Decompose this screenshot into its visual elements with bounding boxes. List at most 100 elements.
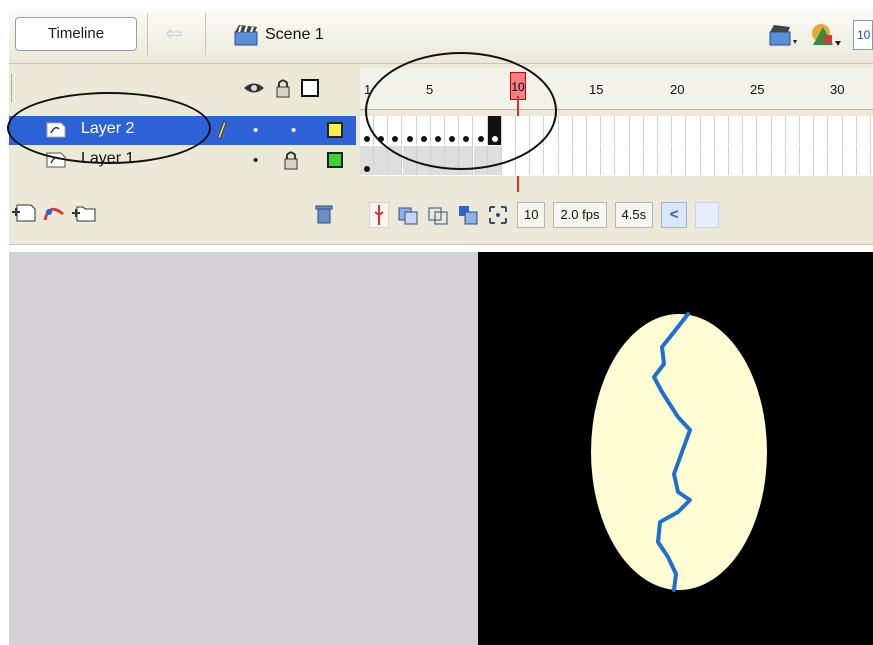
outline-color-swatch[interactable] xyxy=(327,152,343,168)
frame-cell[interactable] xyxy=(416,116,431,145)
frame-cell[interactable] xyxy=(388,116,403,145)
frame-cell[interactable] xyxy=(559,146,573,175)
frame-cell[interactable] xyxy=(388,146,403,175)
arrow-left-icon[interactable]: ⇦ xyxy=(159,23,189,45)
frame-cell[interactable] xyxy=(843,116,857,145)
add-motion-guide-icon[interactable] xyxy=(41,200,67,224)
frame-cell[interactable] xyxy=(530,146,545,175)
frame-cell[interactable] xyxy=(374,146,389,175)
outline-color-swatch[interactable] xyxy=(327,122,343,138)
frame-grid[interactable] xyxy=(360,116,873,176)
horizontal-scrollbar[interactable] xyxy=(695,202,720,228)
frame-row-layer-2[interactable] xyxy=(360,116,873,145)
frame-cell[interactable] xyxy=(545,146,559,175)
frame-cell[interactable] xyxy=(729,116,744,145)
layer-name[interactable]: Layer 1 xyxy=(81,150,134,168)
onion-skin-icon[interactable] xyxy=(397,204,419,226)
frame-cell[interactable] xyxy=(360,116,374,145)
frame-cell[interactable] xyxy=(672,146,687,175)
frame-cell[interactable] xyxy=(743,146,758,175)
frame-cell[interactable] xyxy=(687,146,701,175)
frame-cell[interactable] xyxy=(601,116,616,145)
layer-name[interactable]: Layer 2 xyxy=(81,120,134,138)
timeline-toggle-button[interactable]: Timeline xyxy=(15,17,137,51)
insert-folder-icon[interactable] xyxy=(71,200,97,224)
frame-cell[interactable] xyxy=(715,146,729,175)
frame-cell[interactable] xyxy=(672,116,687,145)
onion-skin-outlines-icon[interactable] xyxy=(427,204,449,226)
panel-grip[interactable] xyxy=(11,74,15,102)
frame-cell[interactable] xyxy=(416,146,431,175)
frame-cell[interactable] xyxy=(829,146,843,175)
frame-cell[interactable] xyxy=(431,146,445,175)
insert-layer-icon[interactable] xyxy=(11,200,37,224)
frame-cell[interactable] xyxy=(644,146,658,175)
frame-cell[interactable] xyxy=(800,146,815,175)
frame-cell[interactable] xyxy=(473,116,488,145)
frame-cell[interactable] xyxy=(616,146,630,175)
edit-multiple-frames-icon[interactable] xyxy=(457,204,479,226)
frame-cell[interactable] xyxy=(459,116,474,145)
frame-rate-field[interactable]: 2.0 fps xyxy=(553,202,607,228)
frame-cell[interactable] xyxy=(758,116,772,145)
frame-cell[interactable] xyxy=(701,116,715,145)
frame-cell[interactable] xyxy=(743,116,758,145)
frame-cell[interactable] xyxy=(402,146,417,175)
frame-cell[interactable] xyxy=(573,146,587,175)
edit-scene-icon[interactable] xyxy=(767,22,799,48)
center-frame-icon[interactable] xyxy=(369,202,389,228)
frame-cell[interactable] xyxy=(459,146,474,175)
frame-cell[interactable] xyxy=(786,146,800,175)
frame-cell[interactable] xyxy=(545,116,559,145)
frame-cell[interactable] xyxy=(814,116,829,145)
frame-cell[interactable] xyxy=(687,116,701,145)
frame-cell[interactable] xyxy=(516,146,531,175)
frame-cell[interactable] xyxy=(374,116,389,145)
modify-onion-markers-icon[interactable] xyxy=(487,204,509,226)
frame-row-layer-1[interactable] xyxy=(360,146,873,175)
frame-cell[interactable] xyxy=(487,146,502,175)
frame-cell[interactable] xyxy=(729,146,744,175)
frame-cell[interactable] xyxy=(487,116,502,145)
frame-cell[interactable] xyxy=(502,146,516,175)
stage[interactable] xyxy=(478,252,873,645)
outline-icon[interactable] xyxy=(301,79,319,97)
frame-cell[interactable] xyxy=(715,116,729,145)
egg-shape[interactable] xyxy=(591,314,767,590)
frame-cell[interactable] xyxy=(502,116,516,145)
visibility-dot[interactable]: • xyxy=(253,152,258,169)
frame-cell[interactable] xyxy=(530,116,545,145)
lock-dot[interactable]: • xyxy=(291,122,296,139)
frame-cell[interactable] xyxy=(630,146,644,175)
frame-cell[interactable] xyxy=(616,116,630,145)
frame-cell[interactable] xyxy=(587,116,602,145)
frame-cell[interactable] xyxy=(360,146,374,175)
panel-divider[interactable] xyxy=(9,244,873,252)
frame-ruler[interactable]: 1 5 15 20 25 30 10 xyxy=(360,68,873,110)
visibility-dot[interactable]: • xyxy=(253,122,258,139)
frame-cell[interactable] xyxy=(587,146,602,175)
frame-cell[interactable] xyxy=(800,116,815,145)
frame-cell[interactable] xyxy=(658,116,673,145)
frame-cell[interactable] xyxy=(516,116,531,145)
eye-icon[interactable] xyxy=(243,80,265,96)
frame-cell[interactable] xyxy=(758,146,772,175)
frame-cell[interactable] xyxy=(772,146,786,175)
frame-cell[interactable] xyxy=(573,116,587,145)
frame-cell[interactable] xyxy=(772,116,786,145)
frame-cell[interactable] xyxy=(701,146,715,175)
lock-icon[interactable] xyxy=(283,150,299,170)
zoom-field[interactable]: 10 xyxy=(853,20,873,50)
frame-cell[interactable] xyxy=(445,116,460,145)
frame-cell[interactable] xyxy=(601,146,616,175)
layer-row-layer-2[interactable]: Layer 2 • • xyxy=(9,116,356,145)
lock-icon[interactable] xyxy=(275,78,291,98)
frame-cell[interactable] xyxy=(658,146,673,175)
frame-cell[interactable] xyxy=(857,146,871,175)
frame-cell[interactable] xyxy=(431,116,445,145)
scene-breadcrumb[interactable]: Scene 1 xyxy=(233,21,324,49)
frame-cell[interactable] xyxy=(857,116,871,145)
frame-cell[interactable] xyxy=(843,146,857,175)
frame-cell[interactable] xyxy=(473,146,488,175)
layer-row-layer-1[interactable]: Layer 1 • xyxy=(9,146,356,175)
